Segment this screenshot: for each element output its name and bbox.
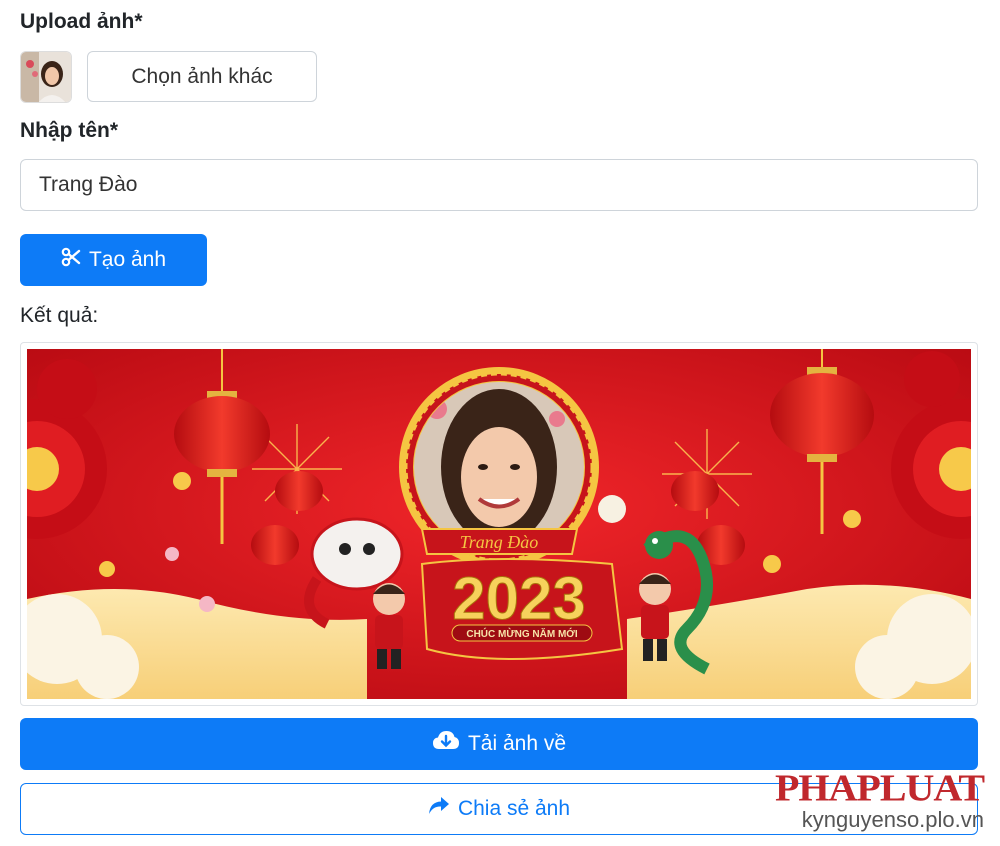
download-image-label: Tải ảnh về (467, 732, 567, 755)
name-input[interactable]: Trang Đào (20, 159, 978, 211)
name-label: Nhập tên* (20, 119, 119, 142)
share-image-label: Chia sẻ ảnh (457, 797, 571, 820)
result-label: Kết quả: (20, 304, 99, 327)
create-image-label: Tạo ảnh (88, 248, 167, 271)
create-image-button[interactable]: Tạo ảnh (20, 234, 207, 286)
watermark-url: kynguyenso.plo.vn (801, 806, 984, 832)
banner-greeting-text: CHÚC MỪNG NĂM MỚI (466, 627, 577, 640)
tet-banner-image: Trang Đào 2023 CHÚC MỪNG NĂM MỚI (27, 349, 971, 699)
choose-other-image-label: Chọn ảnh khác (131, 64, 273, 88)
cloud-download-icon (432, 730, 460, 758)
watermark-logo: PHAPLUAT (774, 765, 985, 809)
share-arrow-icon (428, 796, 450, 822)
scissors-icon (61, 247, 81, 273)
watermark: PHAPLUAT kynguyenso.plo.vn (774, 765, 985, 832)
banner-name-text: Trang Đào (460, 532, 539, 552)
upload-label: Upload ảnh* (20, 10, 143, 33)
banner-year-text: 2023 (452, 565, 585, 632)
name-ribbon: Trang Đào (420, 528, 579, 555)
uploaded-photo-thumbnail (20, 51, 72, 103)
name-input-value: Trang Đào (39, 173, 138, 196)
choose-other-image-button[interactable]: Chọn ảnh khác (87, 51, 317, 102)
year-ribbon: 2023 CHÚC MỪNG NĂM MỚI (420, 558, 624, 660)
download-image-button[interactable]: Tải ảnh về (20, 718, 978, 770)
result-image-frame: Trang Đào 2023 CHÚC MỪNG NĂM MỚI (20, 342, 978, 706)
portrait-thumbnail-image (21, 52, 71, 102)
